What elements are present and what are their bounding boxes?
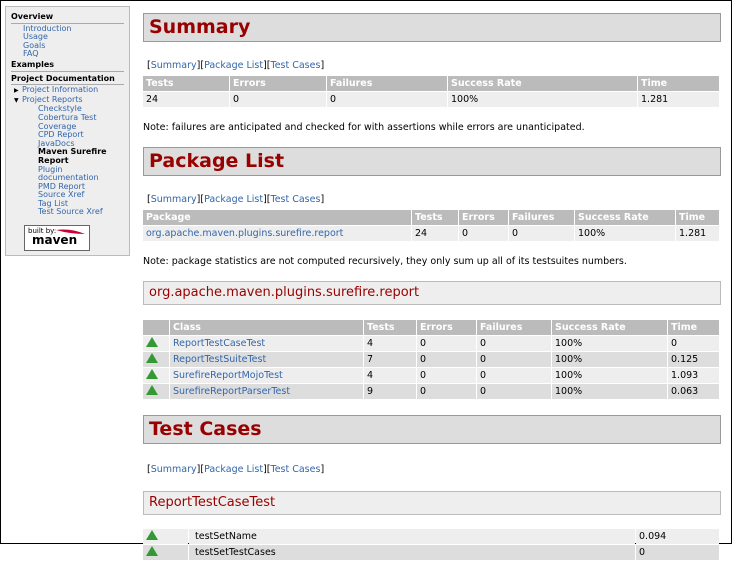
success-icon: [146, 385, 158, 395]
link-summary[interactable]: Summary: [151, 464, 197, 475]
table-row: testSetName 0.094: [143, 529, 719, 544]
nav-test-source-xref[interactable]: Test Source Xref: [38, 207, 103, 217]
menu-heading-overview: Overview: [11, 12, 124, 24]
test-time: 0.094: [636, 529, 719, 544]
col-tests: Tests: [143, 76, 229, 91]
nav-current-surefire-report: Maven Surefire Report: [38, 147, 107, 165]
collapsed-arrow-icon: ▶: [14, 87, 19, 95]
expanded-arrow-icon: ▼: [14, 96, 19, 104]
section-links: [Summary][Package List][Test Cases]: [147, 194, 325, 205]
package-link[interactable]: org.apache.maven.plugins.surefire.report: [146, 228, 343, 239]
link-test-cases[interactable]: Test Cases: [271, 464, 321, 475]
class-link[interactable]: ReportTestSuiteTest: [173, 354, 266, 365]
table-row: ReportTestCaseTest 4 0 0 100% 0: [143, 336, 719, 351]
col-errors: Errors: [230, 76, 326, 91]
link-test-cases[interactable]: Test Cases: [271, 194, 321, 205]
section-links: [Summary][Package List][Test Cases]: [147, 60, 325, 71]
main-content: Summary [Summary][Package List][Test Cas…: [143, 13, 721, 561]
summary-table: Tests Errors Failures Success Rate Time 24 0 0…: [142, 75, 720, 108]
section-links: [Summary][Package List][Test Cases]: [147, 464, 325, 475]
class-link[interactable]: SurefireReportMojoTest: [173, 370, 283, 381]
table-row: ReportTestSuiteTest 7 0 0 100% 0.125: [143, 352, 719, 367]
success-icon: [146, 546, 158, 556]
class-table: Class Tests Errors Failures Success Rate Time…: [142, 319, 720, 400]
package-detail-heading: org.apache.maven.plugins.surefire.report: [143, 281, 721, 305]
package-list-heading: Package List: [143, 147, 721, 176]
class-link[interactable]: ReportTestCaseTest: [173, 338, 265, 349]
col-time: Time: [638, 76, 719, 91]
test-case-table: testSetName 0.094 testSetTestCases 0: [142, 528, 720, 561]
nav-project-information[interactable]: Project Information: [22, 85, 98, 94]
success-icon: [146, 337, 158, 347]
success-icon: [146, 530, 158, 540]
built-by-maven-logo[interactable]: built by: maven: [24, 225, 90, 252]
class-link[interactable]: SurefireReportParserTest: [173, 386, 290, 397]
test-cases-heading: Test Cases: [143, 415, 721, 444]
table-row: testSetTestCases 0: [143, 545, 719, 560]
link-package-list[interactable]: Package List: [204, 194, 263, 205]
menu-heading-project-documentation: Project Documentation: [11, 74, 124, 86]
package-table: Package Tests Errors Failures Success Rate Ti…: [142, 209, 720, 242]
summary-heading: Summary: [143, 13, 721, 42]
test-name: testSetName: [189, 529, 635, 544]
summary-note: Note: failures are anticipated and check…: [143, 122, 585, 133]
link-package-list[interactable]: Package List: [204, 464, 263, 475]
nav-faq[interactable]: FAQ: [23, 49, 39, 59]
package-note: Note: package statistics are not compute…: [143, 256, 627, 267]
sidebar: Overview Introduction Usage Goals FAQ Ex…: [5, 6, 130, 256]
success-icon: [146, 369, 158, 379]
link-summary[interactable]: Summary: [151, 60, 197, 71]
link-test-cases[interactable]: Test Cases: [271, 60, 321, 71]
test-name: testSetTestCases: [189, 545, 635, 560]
nav-examples[interactable]: Examples: [11, 60, 124, 72]
nav-plugin-documentation[interactable]: Plugin documentation: [38, 165, 99, 183]
table-row: SurefireReportParserTest 9 0 0 100% 0.063: [143, 384, 719, 399]
link-package-list[interactable]: Package List: [204, 60, 263, 71]
link-summary[interactable]: Summary: [151, 194, 197, 205]
nav-project-reports[interactable]: Project Reports: [22, 95, 83, 104]
table-row: SurefireReportMojoTest 4 0 0 100% 1.093: [143, 368, 719, 383]
success-icon: [146, 353, 158, 363]
table-row: org.apache.maven.plugins.surefire.report…: [143, 226, 719, 241]
test-suite-heading: ReportTestCaseTest: [143, 491, 721, 515]
test-time: 0: [636, 545, 719, 560]
col-success-rate: Success Rate: [448, 76, 637, 91]
col-failures: Failures: [327, 76, 447, 91]
table-row: 24 0 0 100% 1.281: [143, 92, 719, 107]
